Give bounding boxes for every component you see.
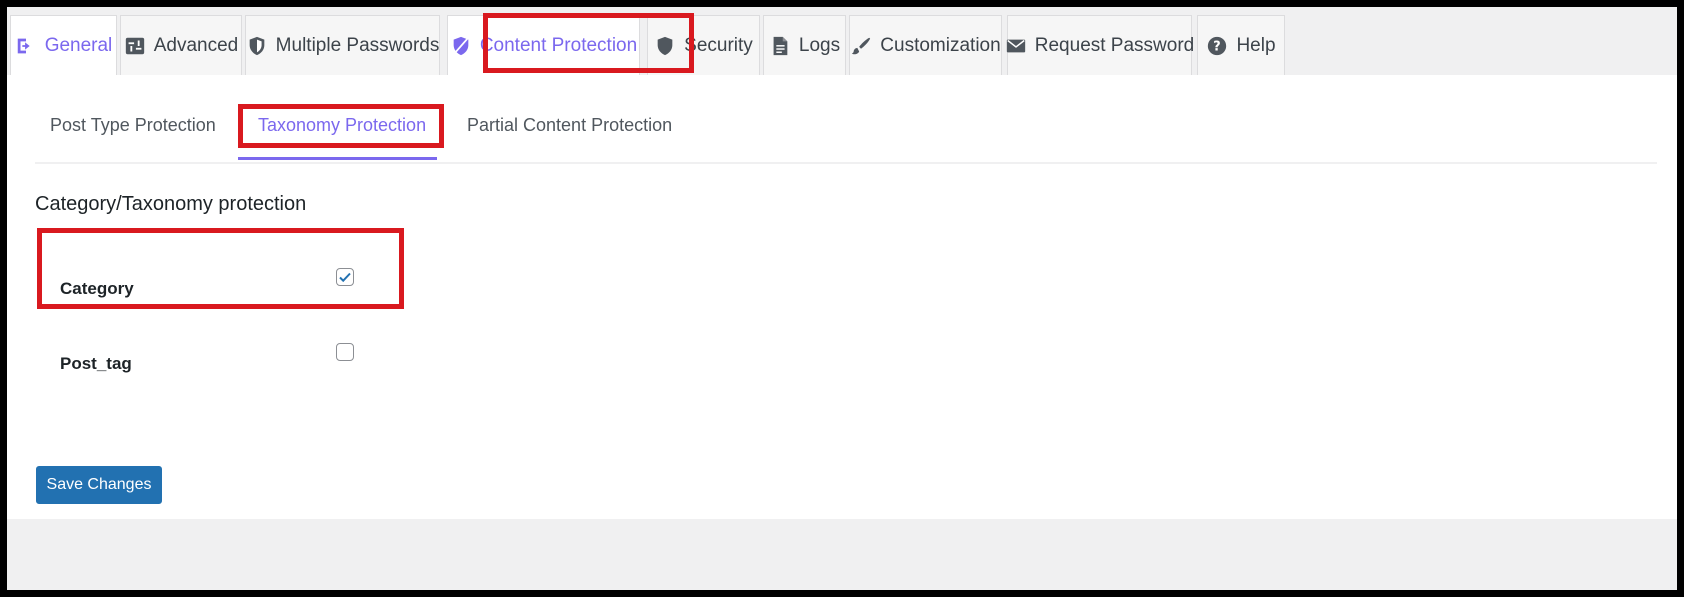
svg-text:?: ? [1214, 39, 1221, 54]
tab-logs[interactable]: Logs [763, 15, 846, 75]
post-tag-label: Post_tag [60, 354, 132, 373]
brush-icon [850, 35, 872, 57]
subtab-partial-content-protection[interactable]: Partial Content Protection [467, 115, 672, 148]
tab-label: General [44, 34, 113, 56]
sign-in-icon [15, 35, 37, 57]
envelope-icon [1005, 35, 1027, 57]
tab-label: Advanced [153, 34, 239, 56]
sub-tab-bar: Post Type Protection Taxonomy Protection… [7, 75, 1677, 165]
tab-request-password[interactable]: Request Password [1005, 15, 1195, 75]
category-label: Category [60, 279, 134, 298]
document-icon [769, 35, 791, 57]
tab-content-protection[interactable]: Content Protection [447, 15, 640, 75]
tab-security[interactable]: Security [647, 15, 760, 75]
tab-label: Content Protection [479, 34, 638, 56]
tab-label: Help [1236, 34, 1276, 56]
sliders-icon [124, 35, 146, 57]
main-tab-bar: General Advanced Multiple Passwords Cont… [7, 7, 1677, 75]
tab-label: Request Password [1034, 34, 1195, 56]
tab-multiple-passwords[interactable]: Multiple Passwords [245, 15, 440, 75]
tab-general[interactable]: General [10, 15, 117, 75]
checkmark-icon [339, 272, 351, 283]
save-changes-button[interactable]: Save Changes [36, 466, 162, 504]
question-circle-icon: ? [1206, 35, 1228, 57]
tab-customization[interactable]: Customization [849, 15, 1002, 75]
subtab-taxonomy-protection[interactable]: Taxonomy Protection [258, 115, 426, 148]
app-frame: General Advanced Multiple Passwords Cont… [7, 7, 1677, 590]
tab-label: Multiple Passwords [275, 34, 440, 56]
settings-panel: Post Type Protection Taxonomy Protection… [7, 75, 1677, 519]
tab-label: Security [684, 34, 753, 56]
shield-icon [654, 35, 676, 57]
tab-help[interactable]: ? Help [1197, 15, 1285, 75]
section-title: Category/Taxonomy protection [35, 193, 307, 215]
post-tag-checkbox[interactable] [336, 343, 354, 361]
active-subtab-indicator [238, 157, 437, 160]
tab-label: Customization [880, 34, 1001, 56]
subtab-divider [35, 162, 1657, 164]
shield-slash-icon [450, 35, 472, 57]
subtab-post-type-protection[interactable]: Post Type Protection [50, 115, 216, 148]
shield-half-icon [246, 35, 268, 57]
tab-advanced[interactable]: Advanced [120, 15, 242, 75]
category-checkbox[interactable] [336, 268, 354, 286]
tab-label: Logs [798, 34, 841, 56]
